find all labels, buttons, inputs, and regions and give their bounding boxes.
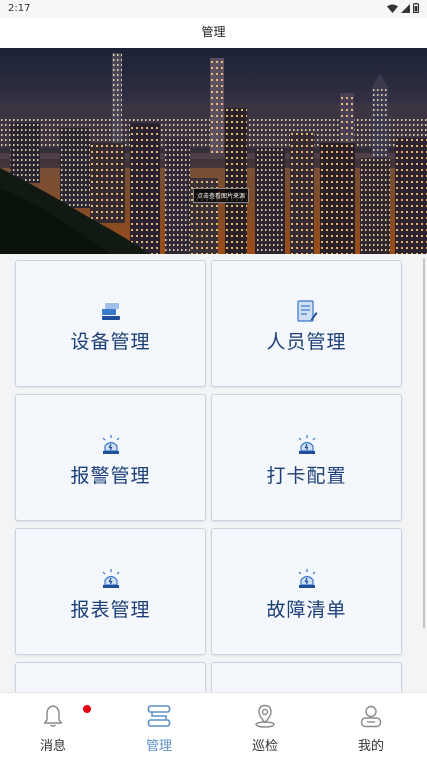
card-fault-list[interactable]: 故障清单 [211,528,402,655]
status-bar: 2:17 [0,0,427,18]
card-label: 人员管理 [266,331,347,353]
banner-caption[interactable]: 点击查看图片来源 [193,188,250,203]
card-alarm-management[interactable]: 报警管理 [15,394,206,521]
tab-messages[interactable]: 消息 [0,693,106,760]
alarm-light-icon [102,435,119,454]
unread-badge-dot [83,705,91,713]
tab-management[interactable]: 管理 [106,693,212,760]
location-pin-icon [255,704,275,728]
document-icon [296,300,317,322]
page-title: 管理 [201,25,226,39]
device-stack-icon [101,303,120,320]
battery-icon [413,3,419,13]
page-title-bar: 管理 [0,18,427,48]
tab-label: 消息 [39,739,66,754]
card-device-management[interactable]: 设备管理 [15,260,206,387]
card-label: 故障清单 [266,599,347,621]
card-label: 报表管理 [70,599,151,621]
tab-inspection[interactable]: 巡检 [212,693,318,760]
bottom-tab-bar: 消息 管理 巡检 我的 [0,692,427,760]
alarm-light-icon [298,569,315,588]
city-banner-image[interactable]: 点击查看图片来源 [0,48,427,254]
alarm-light-icon [298,435,315,454]
user-icon [360,705,382,728]
status-time: 2:17 [8,3,31,14]
card-partial[interactable] [15,662,206,692]
card-label: 打卡配置 [266,465,347,487]
card-report-management[interactable]: 报表管理 [15,528,206,655]
alarm-light-icon [102,569,119,588]
card-partial[interactable] [211,662,402,692]
cityscape-illustration [0,48,427,254]
tab-label: 我的 [357,739,384,754]
manage-icon [147,705,171,727]
card-label: 设备管理 [70,331,151,353]
card-clockin-config[interactable]: 打卡配置 [211,394,402,521]
card-label: 报警管理 [70,465,151,487]
status-icons [387,3,419,13]
tab-label: 巡检 [251,739,278,754]
signal-icon [401,3,410,13]
card-personnel-management[interactable]: 人员管理 [211,260,402,387]
management-grid: 设备管理 人员管理 报警管理 打卡配置 报表管理 故障清单 [0,254,427,692]
bell-icon [43,705,63,727]
tab-label: 管理 [145,739,172,754]
tab-profile[interactable]: 我的 [318,693,424,760]
wifi-icon [387,4,398,13]
scrollbar[interactable] [423,258,425,628]
